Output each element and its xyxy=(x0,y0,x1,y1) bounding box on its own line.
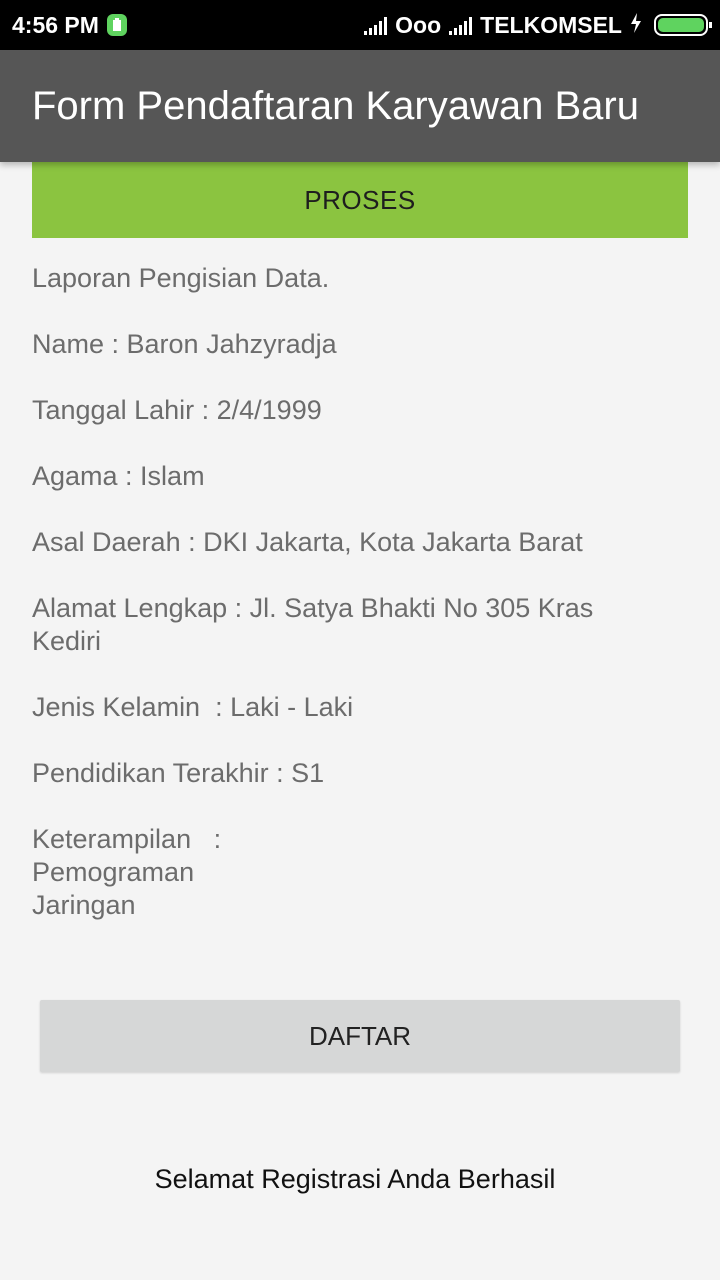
charging-icon xyxy=(630,12,642,39)
report-panel: Laporan Pengisian Data. Name : Baron Jah… xyxy=(32,262,652,955)
carrier-1: Ooo xyxy=(395,11,442,38)
carrier-2: TELKOMSEL xyxy=(480,11,622,38)
daftar-button[interactable]: DAFTAR xyxy=(40,1000,680,1072)
app-bar: Form Pendaftaran Karyawan Baru xyxy=(0,50,720,162)
report-name: Name : Baron Jahzyradja xyxy=(32,329,337,359)
signal-icon xyxy=(364,15,388,35)
status-bar: 4:56 PM Ooo TELKOMSEL xyxy=(0,0,720,50)
report-religion: Agama : Islam xyxy=(32,461,205,491)
report-origin: Asal Daerah : DKI Jakarta, Kota Jakarta … xyxy=(32,527,583,557)
battery-icon xyxy=(654,14,712,36)
proses-button[interactable]: PROSES xyxy=(32,162,688,238)
page-title: Form Pendaftaran Karyawan Baru xyxy=(32,83,639,128)
status-time: 4:56 PM xyxy=(12,11,99,38)
report-heading: Laporan Pengisian Data. xyxy=(32,263,330,293)
registration-result: Selamat Registrasi Anda Berhasil xyxy=(154,1164,556,1194)
report-skills: Keterampilan : Pemograman Jaringan xyxy=(32,824,222,920)
notification-icon xyxy=(106,14,127,36)
report-gender: Jenis Kelamin : Laki - Laki xyxy=(32,692,354,722)
report-education: Pendidikan Terakhir : S1 xyxy=(32,758,325,788)
signal-icon xyxy=(449,15,473,35)
report-birth-date: Tanggal Lahir : 2/4/1999 xyxy=(32,395,322,425)
report-address: Alamat Lengkap : Jl. Satya Bhakti No 305… xyxy=(32,593,601,656)
